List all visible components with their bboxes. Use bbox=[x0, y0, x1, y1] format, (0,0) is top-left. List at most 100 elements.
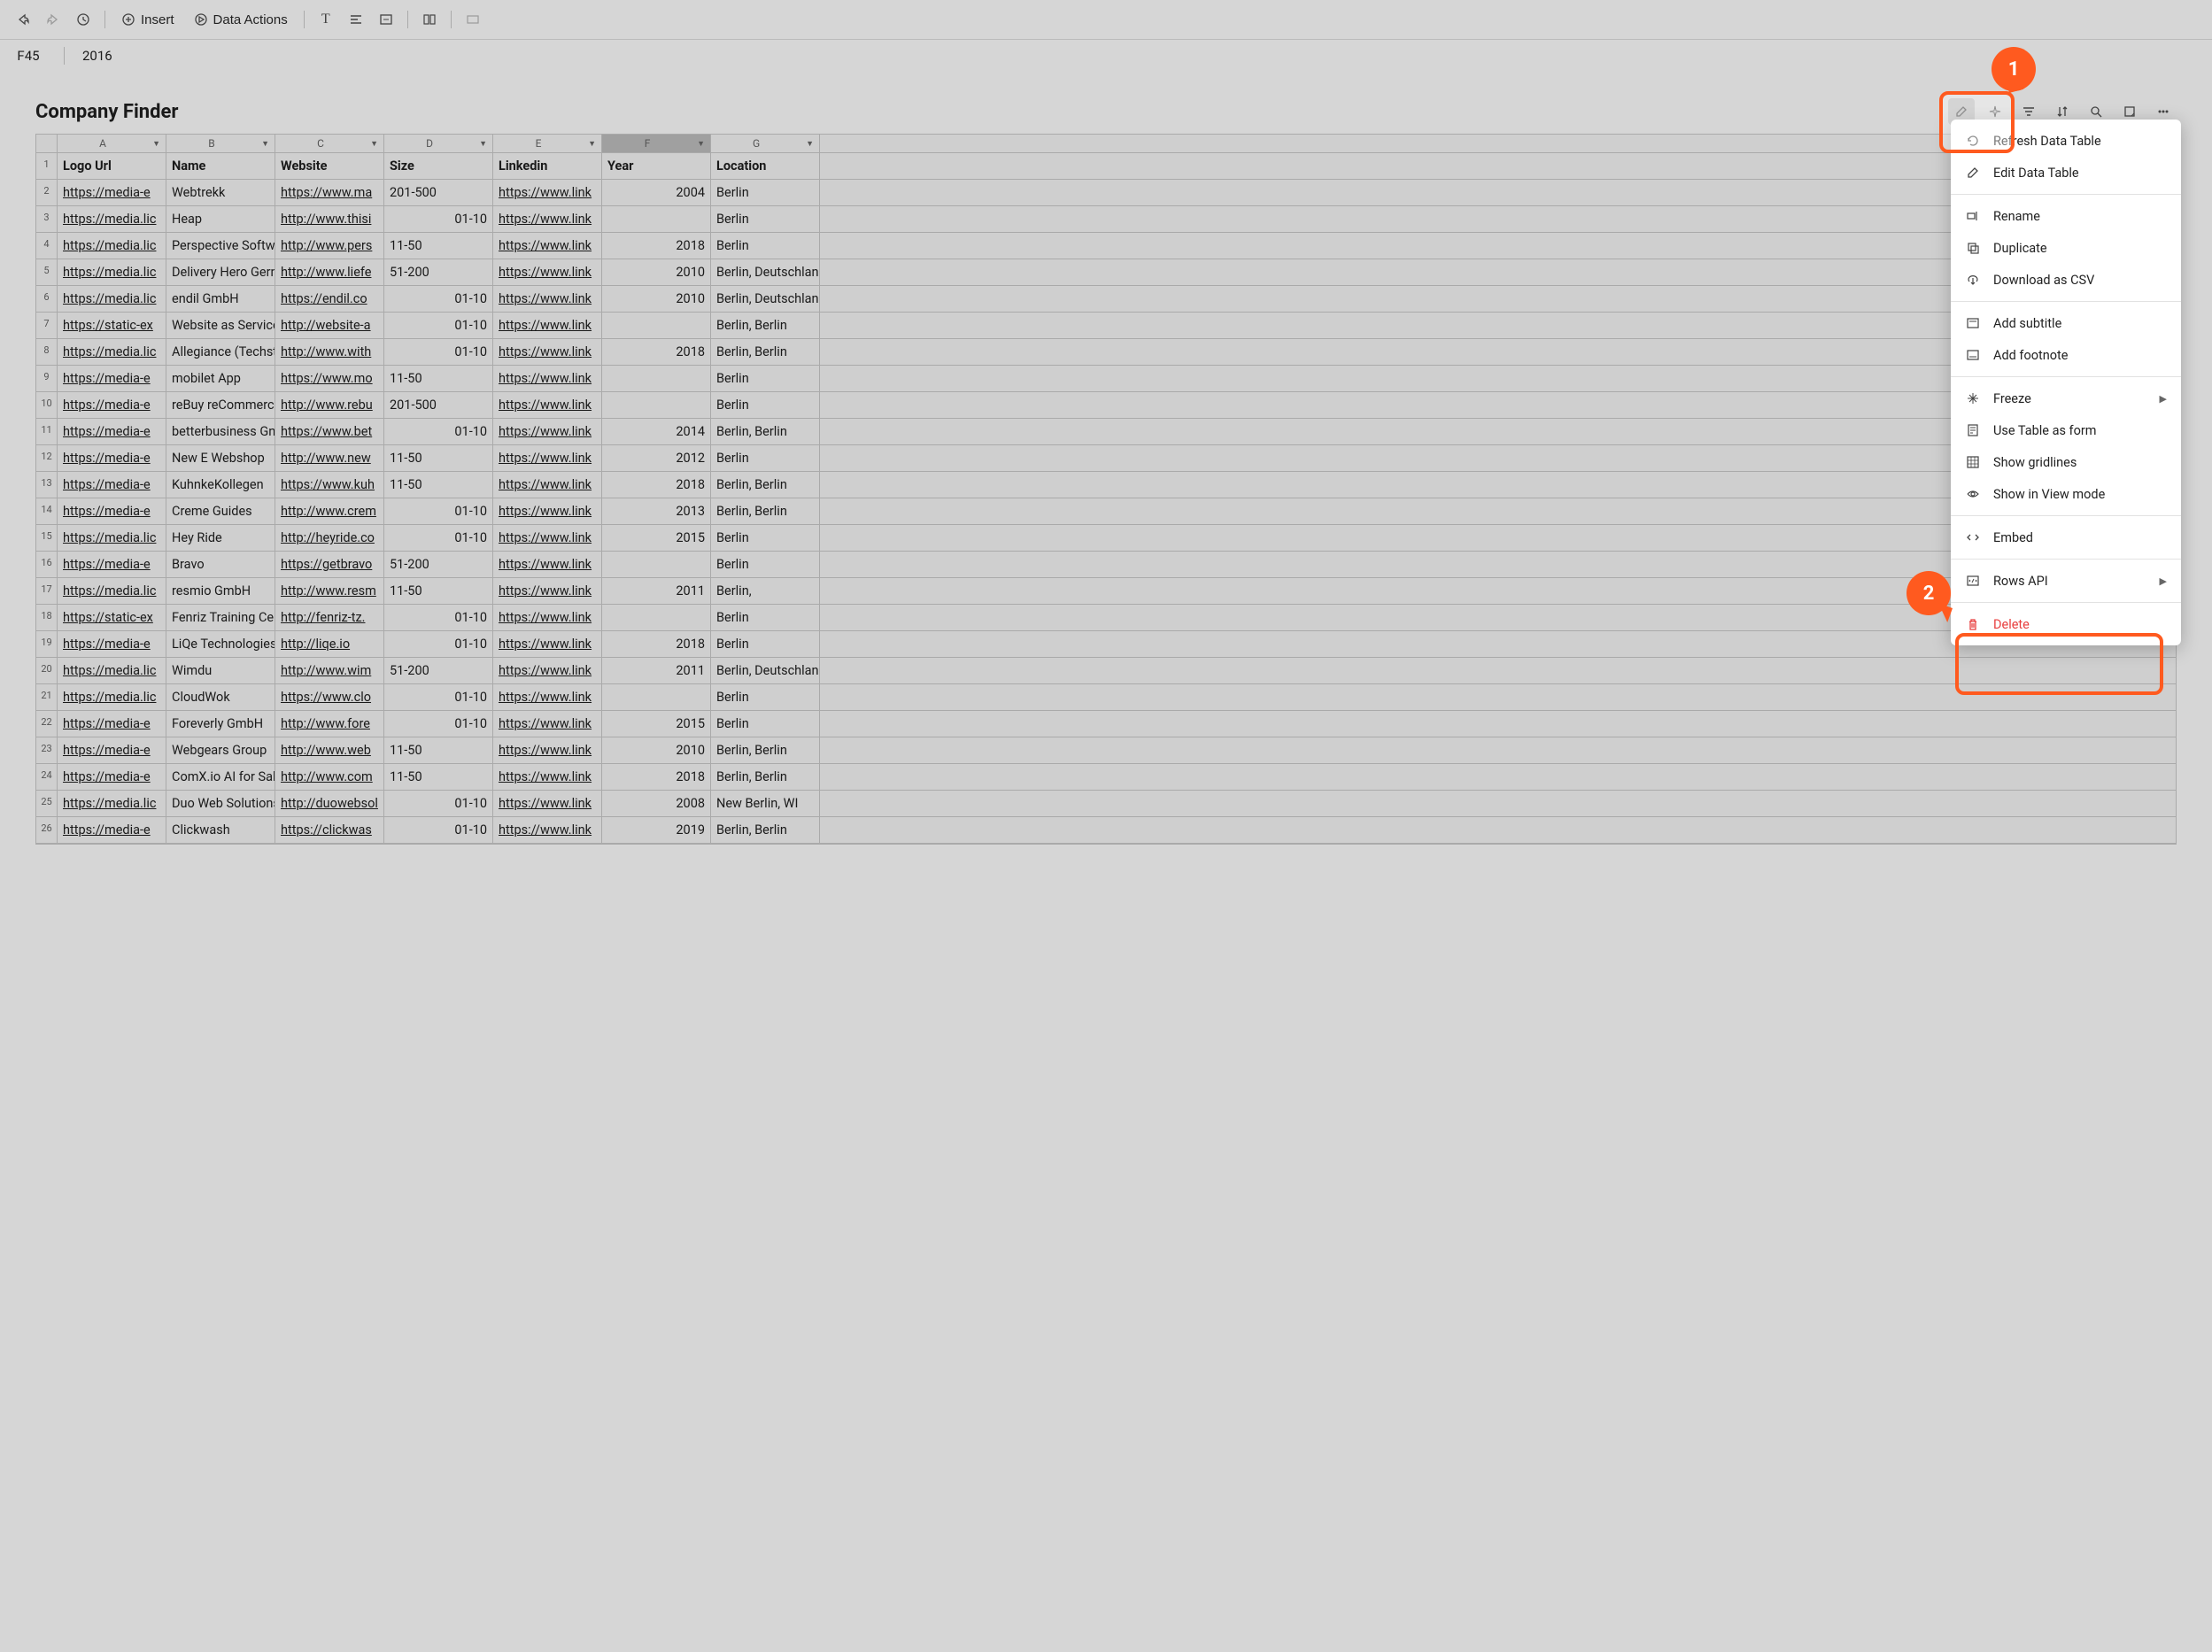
menu-freeze[interactable]: Freeze ▶ bbox=[1951, 382, 2181, 414]
cell-website[interactable]: http://www.fore bbox=[275, 711, 384, 737]
cell-name[interactable]: Creme Guides bbox=[166, 498, 275, 524]
menu-rowsapi[interactable]: Rows API ▶ bbox=[1951, 565, 2181, 597]
cell-location[interactable]: Berlin, bbox=[711, 578, 820, 604]
cell-website[interactable]: https://clickwas bbox=[275, 817, 384, 843]
cell-linkedin[interactable]: https://www.link bbox=[493, 259, 602, 285]
cell-year[interactable]: 2008 bbox=[602, 791, 711, 816]
cell-size[interactable]: 01-10 bbox=[384, 605, 493, 630]
cell-logo-url[interactable]: https://media-e bbox=[58, 817, 166, 843]
redo-button[interactable] bbox=[41, 7, 66, 32]
cell-name[interactable]: Bravo bbox=[166, 552, 275, 577]
row-number[interactable]: 19 bbox=[36, 631, 58, 657]
row-number[interactable]: 12 bbox=[36, 445, 58, 471]
cell-linkedin[interactable]: https://www.link bbox=[493, 366, 602, 391]
cell-size[interactable]: 201-500 bbox=[384, 180, 493, 205]
cell-year[interactable]: 2013 bbox=[602, 498, 711, 524]
cell-location[interactable]: New Berlin, WI bbox=[711, 791, 820, 816]
cell-linkedin[interactable]: https://www.link bbox=[493, 392, 602, 418]
cell-name[interactable]: Website as Service bbox=[166, 313, 275, 338]
menu-refresh[interactable]: Refresh Data Table bbox=[1951, 125, 2181, 157]
cell-name[interactable]: Wimdu bbox=[166, 658, 275, 683]
cell-size[interactable]: 01-10 bbox=[384, 206, 493, 232]
cell-location[interactable]: Berlin bbox=[711, 684, 820, 710]
cell-location[interactable]: Berlin bbox=[711, 525, 820, 551]
cell-linkedin[interactable]: https://www.link bbox=[493, 791, 602, 816]
cell-size[interactable]: 51-200 bbox=[384, 259, 493, 285]
cell-name[interactable]: endil GmbH bbox=[166, 286, 275, 312]
cell-year[interactable]: 2015 bbox=[602, 711, 711, 737]
cell-location[interactable]: Berlin, Deutschlan bbox=[711, 658, 820, 683]
column-header-b[interactable]: B▼ bbox=[166, 135, 275, 152]
cell-year[interactable]: 2011 bbox=[602, 658, 711, 683]
row-number[interactable]: 23 bbox=[36, 737, 58, 763]
cell-logo-url[interactable]: https://media.lic bbox=[58, 658, 166, 683]
cell-size[interactable]: 11-50 bbox=[384, 764, 493, 790]
header-cell[interactable]: Website bbox=[275, 153, 384, 179]
menu-edit[interactable]: Edit Data Table bbox=[1951, 157, 2181, 189]
cell-size[interactable]: 51-200 bbox=[384, 658, 493, 683]
cell-size[interactable]: 01-10 bbox=[384, 631, 493, 657]
cell-name[interactable]: Hey Ride bbox=[166, 525, 275, 551]
cell-name[interactable]: Webgears Group bbox=[166, 737, 275, 763]
row-number[interactable]: 21 bbox=[36, 684, 58, 710]
column-header-c[interactable]: C▼ bbox=[275, 135, 384, 152]
menu-gridlines[interactable]: Show gridlines bbox=[1951, 446, 2181, 478]
cell-linkedin[interactable]: https://www.link bbox=[493, 737, 602, 763]
row-number[interactable]: 10 bbox=[36, 392, 58, 418]
cell-logo-url[interactable]: https://media-e bbox=[58, 472, 166, 498]
cell-website[interactable]: http://heyride.co bbox=[275, 525, 384, 551]
cell-value[interactable]: 2016 bbox=[82, 48, 112, 64]
corner-cell[interactable] bbox=[36, 135, 58, 152]
cell-website[interactable]: http://www.pers bbox=[275, 233, 384, 259]
column-header-a[interactable]: A▼ bbox=[58, 135, 166, 152]
cell-location[interactable]: Berlin bbox=[711, 180, 820, 205]
cell-website[interactable]: https://www.bet bbox=[275, 419, 384, 444]
cell-size[interactable]: 01-10 bbox=[384, 419, 493, 444]
cell-name[interactable]: Heap bbox=[166, 206, 275, 232]
cell-linkedin[interactable]: https://www.link bbox=[493, 180, 602, 205]
merge-button[interactable] bbox=[460, 7, 485, 32]
cell-year[interactable] bbox=[602, 366, 711, 391]
row-number[interactable]: 18 bbox=[36, 605, 58, 630]
cell-location[interactable]: Berlin bbox=[711, 605, 820, 630]
cell-linkedin[interactable]: https://www.link bbox=[493, 419, 602, 444]
row-number[interactable]: 2 bbox=[36, 180, 58, 205]
cell-name[interactable]: resmio GmbH bbox=[166, 578, 275, 604]
cell-logo-url[interactable]: https://media.lic bbox=[58, 233, 166, 259]
row-number[interactable]: 4 bbox=[36, 233, 58, 259]
cell-website[interactable]: http://www.rebu bbox=[275, 392, 384, 418]
cell-logo-url[interactable]: https://media.lic bbox=[58, 525, 166, 551]
cell-logo-url[interactable]: https://media-e bbox=[58, 631, 166, 657]
cell-size[interactable]: 11-50 bbox=[384, 233, 493, 259]
cell-location[interactable]: Berlin, Berlin bbox=[711, 737, 820, 763]
cell-website[interactable]: http://www.with bbox=[275, 339, 384, 365]
cell-name[interactable]: Perspective Softw bbox=[166, 233, 275, 259]
data-actions-button[interactable]: Data Actions bbox=[187, 7, 295, 32]
cell-location[interactable]: Berlin bbox=[711, 631, 820, 657]
cell-location[interactable]: Berlin, Berlin bbox=[711, 419, 820, 444]
menu-subtitle[interactable]: Add subtitle bbox=[1951, 307, 2181, 339]
cell-location[interactable]: Berlin bbox=[711, 233, 820, 259]
cell-logo-url[interactable]: https://media-e bbox=[58, 392, 166, 418]
menu-viewmode[interactable]: Show in View mode bbox=[1951, 478, 2181, 510]
cell-year[interactable] bbox=[602, 605, 711, 630]
column-header-e[interactable]: E▼ bbox=[493, 135, 602, 152]
cell-logo-url[interactable]: https://static-ex bbox=[58, 605, 166, 630]
row-number[interactable]: 5 bbox=[36, 259, 58, 285]
row-number[interactable]: 14 bbox=[36, 498, 58, 524]
cell-website[interactable]: https://getbravo bbox=[275, 552, 384, 577]
cell-linkedin[interactable]: https://www.link bbox=[493, 498, 602, 524]
row-number[interactable]: 20 bbox=[36, 658, 58, 683]
cell-name[interactable]: Fenriz Training Cer bbox=[166, 605, 275, 630]
cell-year[interactable]: 2014 bbox=[602, 419, 711, 444]
menu-duplicate[interactable]: Duplicate bbox=[1951, 232, 2181, 264]
row-number[interactable]: 17 bbox=[36, 578, 58, 604]
cell-year[interactable]: 2018 bbox=[602, 764, 711, 790]
cell-linkedin[interactable]: https://www.link bbox=[493, 339, 602, 365]
cell-year[interactable]: 2019 bbox=[602, 817, 711, 843]
cell-size[interactable]: 01-10 bbox=[384, 711, 493, 737]
cell-size[interactable]: 11-50 bbox=[384, 445, 493, 471]
row-number[interactable]: 6 bbox=[36, 286, 58, 312]
cell-website[interactable]: https://www.mo bbox=[275, 366, 384, 391]
row-number[interactable]: 11 bbox=[36, 419, 58, 444]
